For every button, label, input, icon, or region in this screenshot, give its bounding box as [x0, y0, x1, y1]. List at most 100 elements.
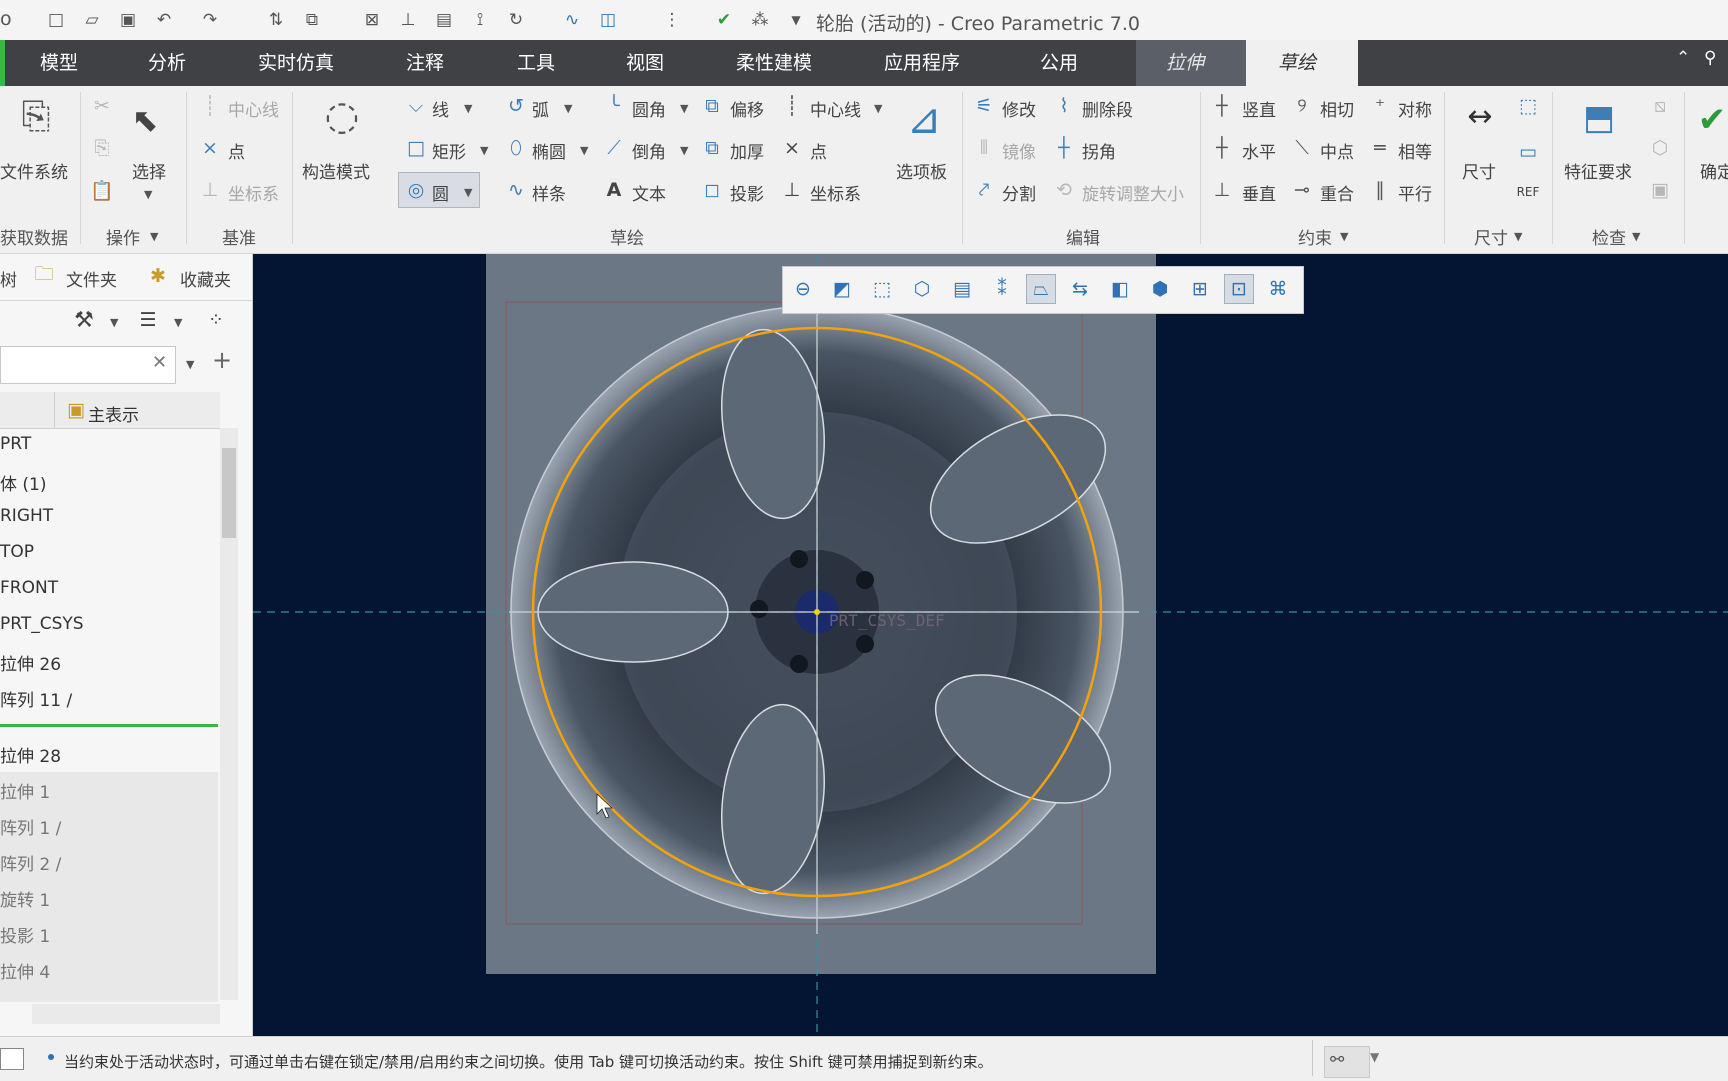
customize-dropdown-icon[interactable]: ▼ — [784, 8, 808, 32]
text-icon[interactable]: A — [602, 178, 626, 202]
display-icon[interactable]: ⁂ — [748, 8, 772, 32]
shading-icon[interactable]: ⬢ — [1146, 275, 1174, 303]
constrain-dropdown-icon[interactable]: ▼ — [1340, 230, 1348, 243]
tab-simulation[interactable]: 实时仿真 — [258, 40, 334, 86]
text-button[interactable]: 文本 — [632, 180, 666, 205]
sketch-canvas[interactable]: PRT_CSYS_DEF — [253, 254, 1728, 1036]
tab-analysis[interactable]: 分析 — [148, 40, 186, 86]
dimension-button[interactable]: 尺寸 — [1462, 158, 1496, 183]
csys-icon[interactable]: ⊥ — [198, 178, 222, 202]
cut-icon[interactable]: ✂ — [90, 94, 114, 118]
datum-point[interactable]: 点 — [228, 138, 245, 163]
tab-folder-browser[interactable]: 文件夹 — [66, 266, 117, 291]
vertical-constraint-icon[interactable]: ┼ — [1210, 94, 1234, 118]
tree-horizontal-scrollbar[interactable] — [32, 1004, 220, 1024]
sketch-curve-icon[interactable]: ∿ — [560, 8, 584, 32]
chamfer-icon[interactable]: ⟋ — [602, 136, 626, 160]
search-icon[interactable]: ⚲ — [1704, 48, 1716, 68]
add-icon[interactable]: + — [212, 346, 232, 374]
overlap-icon[interactable]: ⧅ — [1648, 94, 1672, 118]
insert-indicator[interactable] — [0, 724, 218, 727]
rotate-resize-button[interactable]: 旋转调整大小 — [1082, 180, 1184, 205]
feature-requirements-button[interactable]: 特征要求 — [1564, 158, 1632, 183]
datum-csys[interactable]: 坐标系 — [228, 180, 279, 205]
project-icon[interactable]: ◻ — [700, 178, 724, 202]
tab-public[interactable]: 公用 — [1040, 40, 1078, 86]
select-button[interactable]: 选择 — [132, 158, 166, 183]
confirm-check-icon[interactable]: ✔ — [712, 8, 736, 32]
baseline-icon[interactable]: ▭ — [1516, 140, 1540, 164]
more-icon[interactable]: ⋮ — [660, 8, 684, 32]
offset-button[interactable]: 偏移 — [730, 96, 764, 121]
named-views-icon[interactable]: ⬚ — [868, 275, 896, 303]
delete-segment-icon[interactable]: ⌇ — [1052, 94, 1076, 118]
save-icon[interactable]: ▣ — [116, 8, 140, 32]
tree-item[interactable]: PRT — [0, 434, 31, 454]
sketch-centerline-button[interactable]: 中心线 — [810, 96, 861, 121]
line-dropdown-icon[interactable]: ▼ — [464, 102, 472, 115]
select-dropdown-icon[interactable]: ▼ — [144, 188, 152, 201]
select-box-icon[interactable]: ◫ — [596, 8, 620, 32]
tab-sketch[interactable]: 草绘 — [1278, 40, 1316, 86]
tree-item[interactable]: 拉伸 4 — [0, 958, 50, 983]
arc-button[interactable]: 弧 — [532, 96, 549, 121]
fillet-icon[interactable]: ╰ — [602, 94, 626, 118]
datum-centerline[interactable]: 中心线 — [228, 96, 279, 121]
line-button[interactable]: 线 — [432, 96, 449, 121]
divide-icon[interactable]: ⤤ — [972, 178, 996, 202]
spline-button[interactable]: 样条 — [532, 180, 566, 205]
operations-dropdown-icon[interactable]: ▼ — [150, 230, 158, 243]
circle-button[interactable]: 圆 — [432, 180, 449, 205]
tab-view[interactable]: 视图 — [626, 40, 664, 86]
palette-icon[interactable]: ⊿ — [900, 94, 948, 143]
display-style-icon[interactable]: ⬡ — [908, 275, 936, 303]
mirror-icon[interactable]: ⫴ — [972, 136, 996, 160]
sketch-centerline-icon[interactable]: ┊ — [780, 94, 804, 118]
divide-button[interactable]: 分割 — [1002, 180, 1036, 205]
annotation-display-icon[interactable]: ⇆ — [1066, 275, 1094, 303]
modify-button[interactable]: 修改 — [1002, 96, 1036, 121]
point-icon[interactable]: × — [198, 136, 222, 160]
delete-segment-button[interactable]: 删除段 — [1082, 96, 1133, 121]
sketch-csys-button[interactable]: 坐标系 — [810, 180, 861, 205]
app-menu-button[interactable]: o — [0, 8, 12, 30]
graphics-toggle[interactable] — [0, 1048, 24, 1070]
tab-tools[interactable]: 工具 — [517, 40, 555, 86]
equal-constraint-icon[interactable]: ═ — [1368, 136, 1392, 160]
tree-item-active[interactable]: 拉伸 28 — [0, 742, 61, 767]
ok-check-icon[interactable]: ✔ — [1696, 100, 1728, 140]
construction-mode-icon[interactable]: ◌ — [318, 92, 366, 140]
csys-icon[interactable]: ⊥ — [396, 8, 420, 32]
construction-mode-button[interactable]: 构造模式 — [302, 158, 370, 183]
datum-display-icon[interactable]: ⁑ — [988, 275, 1016, 303]
windows-icon[interactable]: ⧉ — [300, 8, 324, 32]
sketch-point-button[interactable]: 点 — [810, 138, 827, 163]
tree-item[interactable]: TOP — [0, 542, 34, 562]
perpendicular-constraint[interactable]: 垂直 — [1242, 180, 1276, 205]
vertex-display-icon[interactable]: ⌘ — [1264, 275, 1292, 303]
sketch-csys-icon[interactable]: ⊥ — [780, 178, 804, 202]
select-arrow-icon[interactable]: ⬉ — [130, 100, 160, 140]
collapse-ribbon-icon[interactable]: ⌃ — [1676, 48, 1690, 68]
feature-requirements-icon[interactable]: ⬒ — [1576, 96, 1622, 140]
constraint-display-icon[interactable]: ⊡ — [1224, 274, 1254, 304]
show-dropdown-icon[interactable]: ▼ — [174, 316, 182, 329]
file-system-icon[interactable]: ⎘ — [14, 94, 58, 140]
symmetric-constraint-icon[interactable]: ⁺ — [1368, 94, 1392, 118]
rectangle-dropdown-icon[interactable]: ▼ — [480, 144, 488, 157]
clear-search-icon[interactable]: ✕ — [152, 352, 167, 373]
ellipse-icon[interactable]: ⬯ — [504, 136, 528, 160]
tab-annotate[interactable]: 注释 — [406, 40, 444, 86]
tree-item[interactable]: 阵列 11 / — [0, 686, 72, 711]
ellipse-button[interactable]: 椭圆 — [532, 138, 566, 163]
search-dropdown-icon[interactable]: ▼ — [186, 358, 194, 371]
tangent-constraint-icon[interactable]: ୨ — [1290, 94, 1314, 118]
close-window-icon[interactable]: ⊠ — [360, 8, 384, 32]
tangent-constraint[interactable]: 相切 — [1320, 96, 1354, 121]
mirror-button[interactable]: 镜像 — [1002, 138, 1036, 163]
open-icon[interactable]: ▱ — [80, 8, 104, 32]
inspect-dropdown-icon[interactable]: ▼ — [1632, 230, 1640, 243]
tab-extrude[interactable]: 拉伸 — [1166, 40, 1204, 86]
circle-dropdown-icon[interactable]: ▼ — [464, 186, 472, 199]
tree-item[interactable]: PRT_CSYS — [0, 614, 84, 634]
